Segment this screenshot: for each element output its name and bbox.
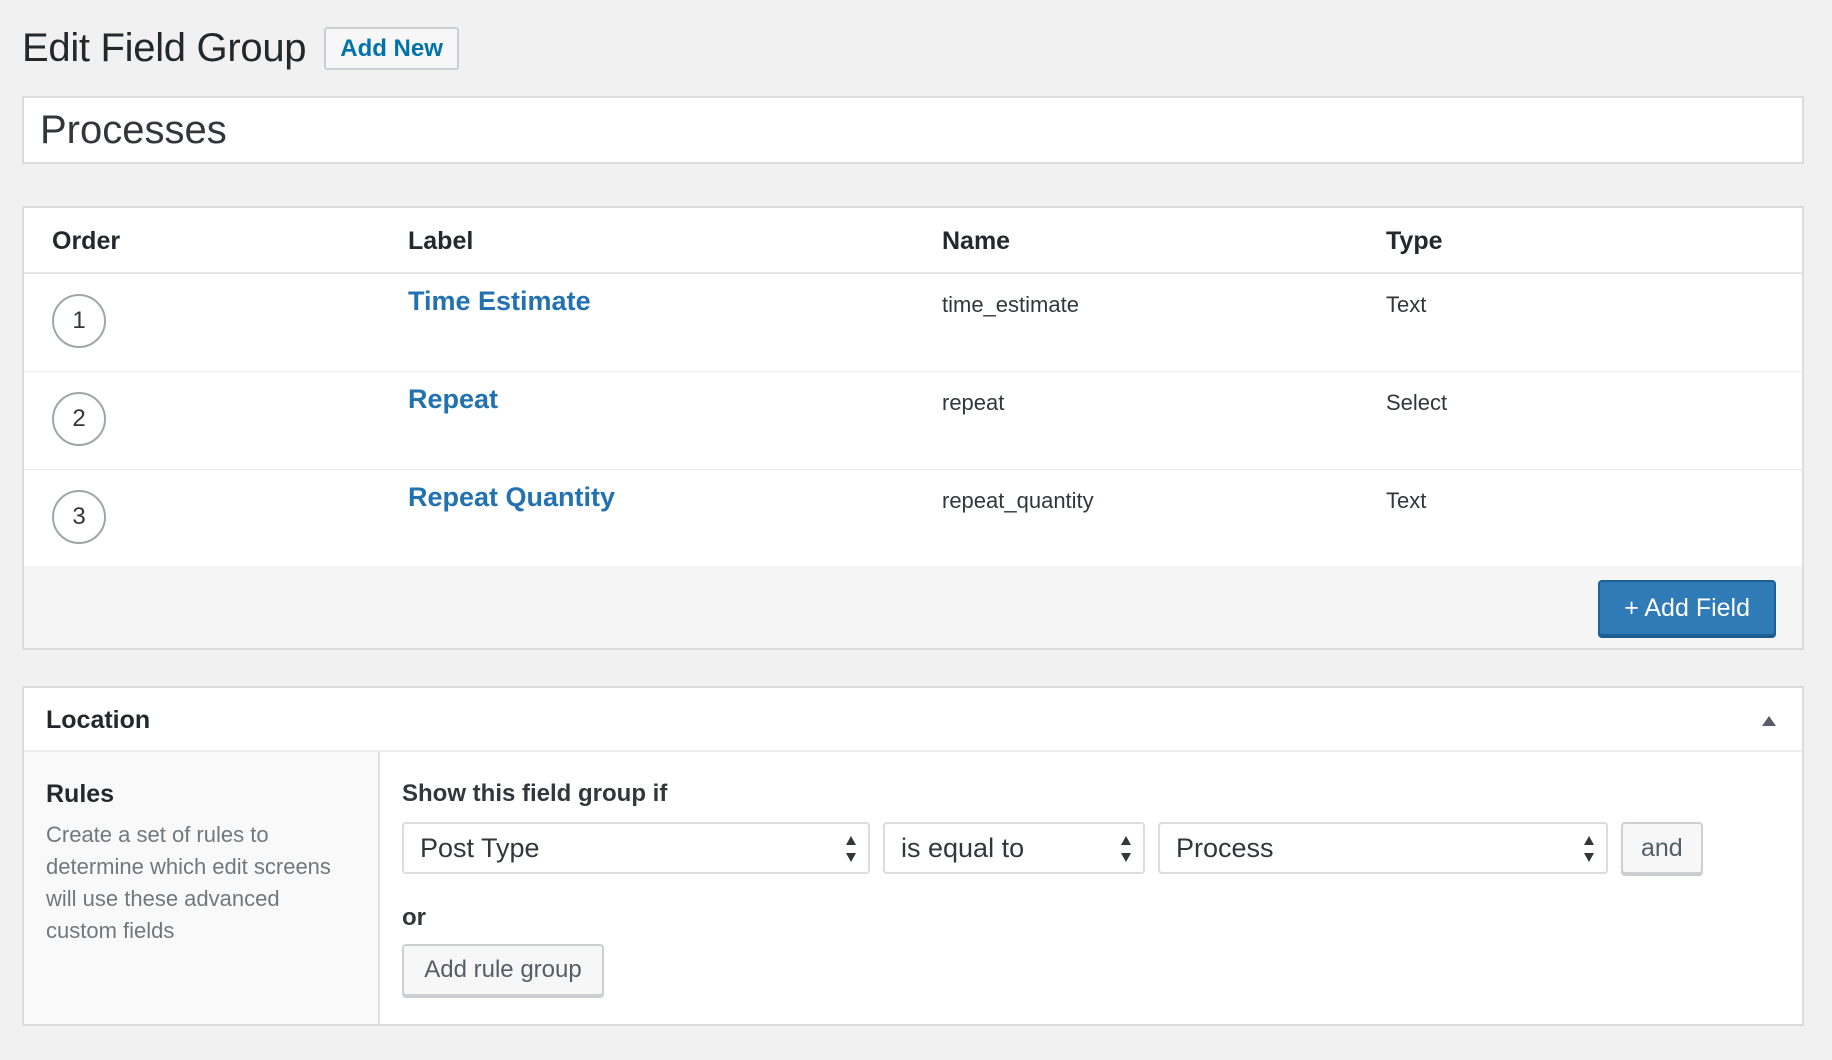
field-name: repeat (942, 390, 1005, 415)
rule-param-value: Post Type (420, 832, 540, 863)
field-order-handle[interactable]: 2 (52, 392, 106, 446)
collapse-arrow-icon[interactable] (1762, 716, 1776, 726)
add-field-button[interactable]: + Add Field (1598, 580, 1776, 636)
field-type: Text (1386, 488, 1427, 513)
field-label-link[interactable]: Repeat (408, 384, 498, 415)
field-row: 3 Repeat Quantity repeat_quantity Text (24, 470, 1802, 568)
location-panel-header[interactable]: Location (24, 688, 1802, 752)
field-type: Text (1386, 292, 1427, 317)
show-if-label: Show this field group if (402, 780, 668, 807)
field-row: 1 Time Estimate time_estimate Text (24, 274, 1802, 372)
location-panel-body: Rules Create a set of rules to determine… (24, 752, 1802, 1024)
rule-value-value: Process (1176, 832, 1274, 863)
rules-title: Rules (46, 780, 115, 808)
field-label-link[interactable]: Repeat Quantity (408, 482, 615, 513)
location-panel-title: Location (46, 706, 151, 734)
rule-operator-value: is equal to (901, 832, 1025, 863)
rule-value-select[interactable]: Process (1158, 822, 1608, 874)
field-type: Select (1386, 390, 1448, 415)
column-header-type: Type (1386, 227, 1443, 255)
rules-description: Create a set of rules to determine which… (46, 822, 331, 943)
select-arrows-icon (1584, 836, 1594, 862)
column-header-order: Order (52, 227, 121, 255)
select-arrows-icon (1121, 836, 1131, 862)
fields-table: Order Label Name Type 1 Time Estimate ti… (22, 206, 1804, 650)
fields-table-header: Order Label Name Type (24, 208, 1802, 274)
field-order-handle[interactable]: 3 (52, 490, 106, 544)
location-panel: Location Rules Create a set of rules to … (22, 686, 1804, 1026)
field-order-handle[interactable]: 1 (52, 294, 106, 348)
rules-editor: Show this field group if Post Type is eq… (402, 780, 1782, 996)
add-new-button[interactable]: Add New (324, 27, 459, 70)
or-label: or (402, 904, 426, 931)
page: Edit Field Group Add New Processes Order… (0, 0, 1832, 1060)
field-name: repeat_quantity (942, 488, 1094, 513)
page-header: Edit Field Group Add New (22, 26, 459, 71)
rule-row: Post Type is equal to Process and (402, 822, 1782, 874)
field-group-title-input[interactable]: Processes (22, 96, 1804, 164)
and-rule-button[interactable]: and (1621, 822, 1703, 874)
page-title: Edit Field Group (22, 26, 307, 70)
fields-table-footer: + Add Field (24, 566, 1802, 648)
field-name: time_estimate (942, 292, 1079, 317)
field-row: 2 Repeat repeat Select (24, 372, 1802, 470)
column-header-name: Name (942, 227, 1011, 255)
select-arrows-icon (846, 836, 856, 862)
field-label-link[interactable]: Time Estimate (408, 286, 591, 317)
rule-operator-select[interactable]: is equal to (883, 822, 1145, 874)
add-rule-group-button[interactable]: Add rule group (402, 944, 604, 996)
rule-param-select[interactable]: Post Type (402, 822, 870, 874)
rules-description-panel: Rules Create a set of rules to determine… (24, 752, 380, 1024)
column-header-label: Label (408, 227, 474, 255)
